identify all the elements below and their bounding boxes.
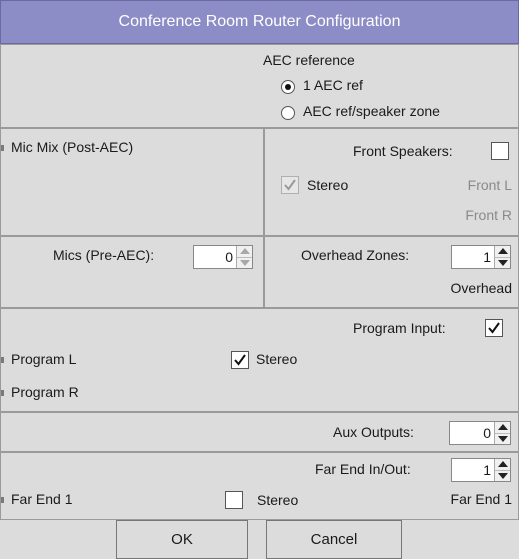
checkmark-icon <box>284 179 296 191</box>
mics-label: Mics (Pre-AEC): <box>53 247 155 263</box>
far-end-input: Far End 1 <box>11 491 73 507</box>
program-panel: Program Input: Program L Stereo Program … <box>0 308 519 412</box>
connector-pin-icon <box>1 357 4 363</box>
ok-button-label: OK <box>171 531 193 548</box>
connector-pin-icon <box>1 390 4 396</box>
triangle-up-icon <box>497 248 508 255</box>
aec-option-2-radio[interactable] <box>281 106 295 120</box>
far-end-stereo-label: Stereo <box>257 492 299 508</box>
cancel-button-label: Cancel <box>310 531 358 548</box>
far-end-output: Far End 1 <box>450 491 512 507</box>
checkmark-icon <box>488 322 500 334</box>
connector-pin-icon <box>1 497 4 503</box>
title-bar: Conference Room Router Configuration <box>0 0 519 44</box>
triangle-down-icon <box>497 472 508 479</box>
ok-button[interactable]: OK <box>116 520 248 559</box>
front-stereo-label: Stereo <box>307 177 349 193</box>
aux-stepper[interactable]: 0 <box>449 421 511 445</box>
aux-down-button[interactable] <box>495 433 510 444</box>
program-stereo-label: Stereo <box>256 351 298 367</box>
connector-pin-icon <box>1 145 4 151</box>
overhead-output: Overhead <box>450 280 512 296</box>
front-stereo-checkbox[interactable] <box>281 176 299 194</box>
aec-reference-heading: AEC reference <box>263 52 355 68</box>
front-output-right: Front R <box>465 207 512 223</box>
program-stereo-checkbox[interactable] <box>231 351 249 369</box>
aux-panel: Aux Outputs: 0 <box>0 412 519 452</box>
mic-mix-label: Mic Mix (Post-AEC) <box>11 139 134 155</box>
mics-stepper[interactable]: 0 <box>193 245 253 269</box>
front-speakers-label: Front Speakers: <box>353 143 453 159</box>
cancel-button[interactable]: Cancel <box>266 520 402 559</box>
window-title: Conference Room Router Configuration <box>118 13 401 30</box>
aec-option-2-label[interactable]: AEC ref/speaker zone <box>303 103 440 119</box>
mics-up-button[interactable] <box>237 246 252 258</box>
triangle-down-icon <box>497 259 508 266</box>
aux-up-button[interactable] <box>495 422 510 434</box>
mics-value[interactable]: 0 <box>194 246 236 268</box>
aec-reference-panel: AEC reference 1 AEC ref AEC ref/speaker … <box>0 44 519 128</box>
mics-down-button[interactable] <box>237 257 252 268</box>
triangle-down-icon <box>239 259 250 266</box>
mics-panel: Mics (Pre-AEC): 0 <box>0 236 264 308</box>
program-input-left: Program L <box>11 351 77 367</box>
overhead-label: Overhead Zones: <box>301 247 410 263</box>
router-config-dialog: Conference Room Router Configuration AEC… <box>0 0 519 559</box>
overhead-panel: Overhead Zones: 1 Overhead <box>264 236 519 308</box>
aux-outputs-label: Aux Outputs: <box>333 424 414 440</box>
overhead-up-button[interactable] <box>495 246 510 258</box>
far-end-value[interactable]: 1 <box>452 459 494 481</box>
front-speakers-checkbox[interactable] <box>491 142 509 160</box>
triangle-down-icon <box>497 435 508 442</box>
checkmark-icon <box>234 354 246 366</box>
program-input-checkbox[interactable] <box>485 319 503 337</box>
far-end-label: Far End In/Out: <box>315 461 411 477</box>
front-speakers-panel: Front Speakers: Stereo Front L Front R <box>264 128 519 236</box>
overhead-down-button[interactable] <box>495 257 510 268</box>
triangle-up-icon <box>239 248 250 255</box>
program-input-right: Program R <box>11 384 79 400</box>
aec-option-1-radio[interactable] <box>281 80 295 94</box>
triangle-up-icon <box>497 461 508 468</box>
aec-option-1-label[interactable]: 1 AEC ref <box>303 77 363 93</box>
far-end-up-button[interactable] <box>495 459 510 471</box>
far-end-stereo-checkbox[interactable] <box>225 491 243 509</box>
mic-mix-panel: Mic Mix (Post-AEC) <box>0 128 264 236</box>
triangle-up-icon <box>497 424 508 431</box>
overhead-value[interactable]: 1 <box>452 246 494 268</box>
overhead-stepper[interactable]: 1 <box>451 245 511 269</box>
aux-value[interactable]: 0 <box>450 422 494 444</box>
far-end-panel: Far End In/Out: 1 Far End 1 Stereo Far E… <box>0 452 519 520</box>
far-end-down-button[interactable] <box>495 470 510 481</box>
program-input-label: Program Input: <box>353 320 446 336</box>
front-output-left: Front L <box>467 177 512 193</box>
far-end-stepper[interactable]: 1 <box>451 458 511 482</box>
